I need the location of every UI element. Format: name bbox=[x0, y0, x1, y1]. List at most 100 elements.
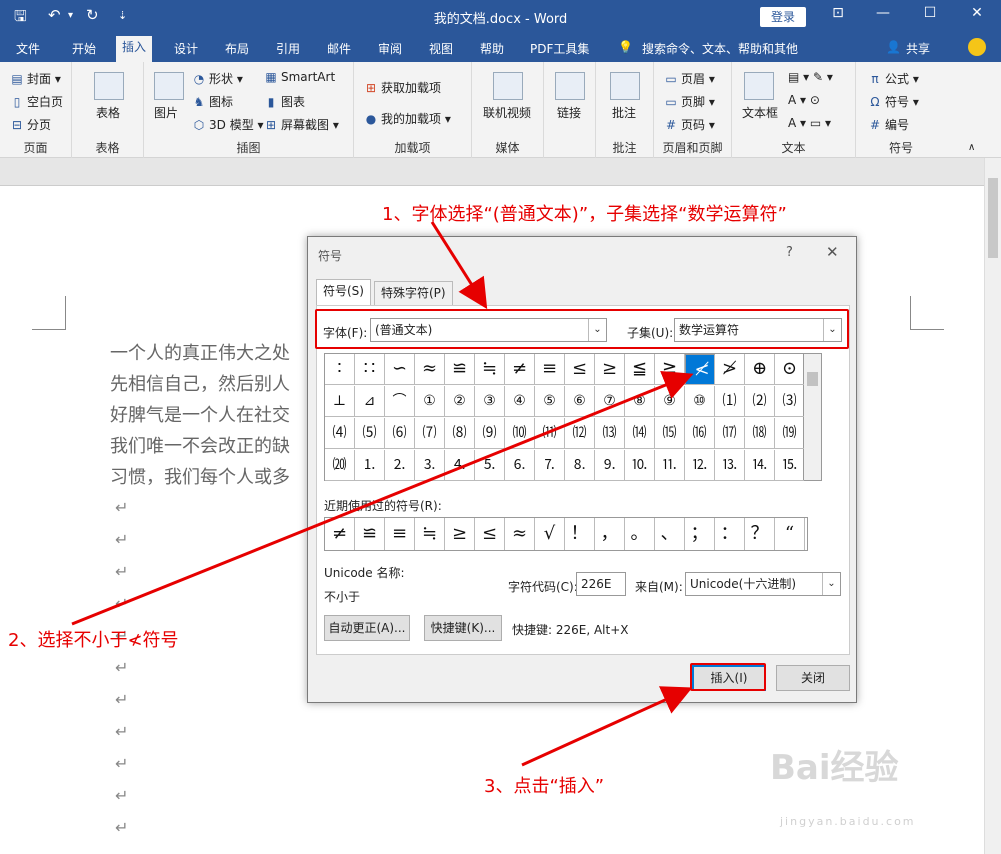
symbol-cell[interactable]: ∶ bbox=[325, 354, 355, 385]
from-select[interactable]: Unicode(十六进制) ⌄ bbox=[685, 572, 841, 596]
shapes-button[interactable]: ◔ 形状 ▾ bbox=[192, 70, 243, 87]
tab-references[interactable]: 引用 bbox=[276, 40, 300, 57]
symbol-cell[interactable]: ⒒ bbox=[655, 450, 685, 481]
symbol-cell[interactable]: ⑷ bbox=[325, 418, 355, 449]
3d-models-button[interactable]: ⬡ 3D 模型 ▾ bbox=[192, 116, 264, 133]
symbol-cell[interactable]: ① bbox=[415, 386, 445, 417]
picture-button[interactable]: 图片 bbox=[154, 104, 178, 121]
symbol-cell[interactable]: ⑵ bbox=[745, 386, 775, 417]
symbol-cell[interactable]: ⒓ bbox=[685, 450, 715, 481]
ribbon-display-icon[interactable]: ⊡ bbox=[823, 5, 853, 21]
symbol-cell[interactable]: ⊙ bbox=[775, 354, 805, 385]
symbol-cell[interactable]: ⑽ bbox=[505, 418, 535, 449]
comment-button[interactable]: 批注 bbox=[612, 104, 636, 121]
tab-insert[interactable]: 插入 bbox=[116, 36, 153, 62]
cover-page-button[interactable]: ▤ 封面 ▾ bbox=[10, 70, 61, 87]
link-button[interactable]: 链接 bbox=[557, 104, 581, 121]
symbol-cell[interactable]: ⒆ bbox=[775, 418, 805, 449]
tab-home[interactable]: 开始 bbox=[72, 40, 96, 57]
symbol-cell[interactable]: ⒕ bbox=[745, 450, 775, 481]
symbol-cell[interactable]: ⒑ bbox=[625, 450, 655, 481]
tab-mailings[interactable]: 邮件 bbox=[327, 40, 351, 57]
symbol-cell[interactable]: ⑻ bbox=[445, 418, 475, 449]
tab-symbols[interactable]: 符号(S) bbox=[316, 279, 371, 305]
symbol-cell[interactable]: ⒔ bbox=[715, 450, 745, 481]
symbol-cell[interactable]: ⑧ bbox=[625, 386, 655, 417]
symbol-cell[interactable]: ⒉ bbox=[385, 450, 415, 481]
symbol-cell[interactable]: ≦ bbox=[625, 354, 655, 385]
page-number-button[interactable]: # 页码 ▾ bbox=[664, 116, 715, 133]
close-window-icon[interactable]: ✕ bbox=[962, 5, 992, 21]
tab-design[interactable]: 设计 bbox=[174, 40, 198, 57]
wordart-icon[interactable]: A ▾ ⊙ bbox=[788, 93, 820, 107]
symbol-cell[interactable]: ⊿ bbox=[355, 386, 385, 417]
tab-help[interactable]: 帮助 bbox=[480, 40, 504, 57]
shortcut-key-button[interactable]: 快捷键(K)... bbox=[424, 615, 502, 641]
maximize-icon[interactable]: ☐ bbox=[915, 5, 945, 21]
symbol-cell[interactable]: ⑾ bbox=[535, 418, 565, 449]
symbol-cell[interactable]: ⑹ bbox=[385, 418, 415, 449]
help-icon[interactable]: ? bbox=[786, 245, 793, 260]
close-button[interactable]: 关闭 bbox=[776, 665, 850, 691]
close-icon[interactable]: ✕ bbox=[826, 243, 839, 261]
symbol-cell[interactable]: ⑿ bbox=[565, 418, 595, 449]
symbol-button[interactable]: Ω 符号 ▾ bbox=[868, 93, 918, 110]
my-addins-button[interactable]: ● 我的加载项 ▾ bbox=[364, 110, 451, 127]
symbol-cell[interactable]: ⒀ bbox=[595, 418, 625, 449]
symbol-cell[interactable]: ⒂ bbox=[655, 418, 685, 449]
symbol-cell[interactable]: ⒌ bbox=[475, 450, 505, 481]
footer-button[interactable]: ▭ 页脚 ▾ bbox=[664, 93, 715, 110]
recent-symbol-cell[interactable]: ≡ bbox=[385, 518, 415, 550]
recent-symbol-cell[interactable]: ！ bbox=[565, 518, 595, 550]
scrollbar-thumb[interactable] bbox=[988, 178, 998, 258]
recent-symbol-cell[interactable]: ≠ bbox=[325, 518, 355, 550]
number-button[interactable]: # 编号 bbox=[868, 116, 909, 133]
symbol-cell[interactable]: ≤ bbox=[565, 354, 595, 385]
recent-symbol-cell[interactable]: ？ bbox=[745, 518, 775, 550]
symbol-cell[interactable]: ④ bbox=[505, 386, 535, 417]
symbol-cell[interactable]: ⒄ bbox=[715, 418, 745, 449]
recent-symbol-cell[interactable]: ≒ bbox=[415, 518, 445, 550]
symbol-cell[interactable]: ⒁ bbox=[625, 418, 655, 449]
chart-button[interactable]: ▮ 图表 bbox=[264, 93, 305, 110]
tab-view[interactable]: 视图 bbox=[429, 40, 453, 57]
symbol-cell[interactable]: ≮ bbox=[685, 354, 715, 385]
recent-symbol-cell[interactable]: ≈ bbox=[505, 518, 535, 550]
symbol-cell[interactable]: ≧ bbox=[655, 354, 685, 385]
symbol-cell[interactable]: ⑨ bbox=[655, 386, 685, 417]
table-button[interactable]: 表格 bbox=[96, 104, 120, 121]
symbol-cell[interactable]: ∷ bbox=[355, 354, 385, 385]
recent-symbol-cell[interactable]: 。 bbox=[625, 518, 655, 550]
symbol-cell[interactable]: ⒊ bbox=[415, 450, 445, 481]
chevron-down-icon[interactable]: ⌄ bbox=[822, 573, 840, 595]
screenshot-button[interactable]: ⊞ 屏幕截图 ▾ bbox=[264, 116, 339, 133]
tab-review[interactable]: 审阅 bbox=[378, 40, 402, 57]
symbol-cell[interactable]: ⒏ bbox=[565, 450, 595, 481]
symbol-cell[interactable]: ≡ bbox=[535, 354, 565, 385]
charcode-input[interactable]: 226E bbox=[576, 572, 626, 596]
symbol-grid[interactable]: ∶ ∷ ∽ ≈ ≌ ≒ ≠ ≡ ≤ ≥ ≦ ≧ ≮ ≯ ⊕ ⊙ ⊥ ⊿ ⌒ ① ② ③ ④ ⑤ ⑥ ⑦ ⑧ ⑨ ⑩ ⑴ ⑵ ⑶ ⑷ ⑸ ⑹ ⑺ ⑻ ⑼ ⑽ ⑾… bbox=[324, 353, 805, 481]
symbol-cell[interactable]: ⑸ bbox=[355, 418, 385, 449]
symbol-cell[interactable]: ③ bbox=[475, 386, 505, 417]
symbol-grid-scrollbar[interactable] bbox=[804, 353, 822, 481]
symbol-cell[interactable]: ⑩ bbox=[685, 386, 715, 417]
get-addins-button[interactable]: ⊞ 获取加载项 bbox=[364, 79, 441, 96]
collapse-ribbon-icon[interactable]: ∧ bbox=[968, 142, 975, 153]
tab-pdf-tools[interactable]: PDF工具集 bbox=[530, 40, 589, 57]
header-button[interactable]: ▭ 页眉 ▾ bbox=[664, 70, 715, 87]
symbol-cell[interactable]: ⑤ bbox=[535, 386, 565, 417]
symbol-cell[interactable]: ⑴ bbox=[715, 386, 745, 417]
scrollbar-thumb[interactable] bbox=[807, 372, 818, 386]
recent-symbol-cell[interactable]: ≥ bbox=[445, 518, 475, 550]
symbol-cell[interactable]: ⒐ bbox=[595, 450, 625, 481]
dropcap-icon[interactable]: A ▾ ▭ ▾ bbox=[788, 116, 831, 130]
symbol-cell[interactable]: ⑥ bbox=[565, 386, 595, 417]
symbol-cell[interactable]: ② bbox=[445, 386, 475, 417]
recent-symbol-cell[interactable]: ； bbox=[685, 518, 715, 550]
recent-symbol-cell[interactable]: ： bbox=[715, 518, 745, 550]
equation-button[interactable]: π 公式 ▾ bbox=[868, 70, 918, 87]
symbol-cell[interactable]: ⒃ bbox=[685, 418, 715, 449]
symbol-cell[interactable]: ⑺ bbox=[415, 418, 445, 449]
recent-symbol-cell[interactable]: “ bbox=[775, 518, 805, 550]
vertical-scrollbar[interactable] bbox=[984, 158, 1001, 854]
